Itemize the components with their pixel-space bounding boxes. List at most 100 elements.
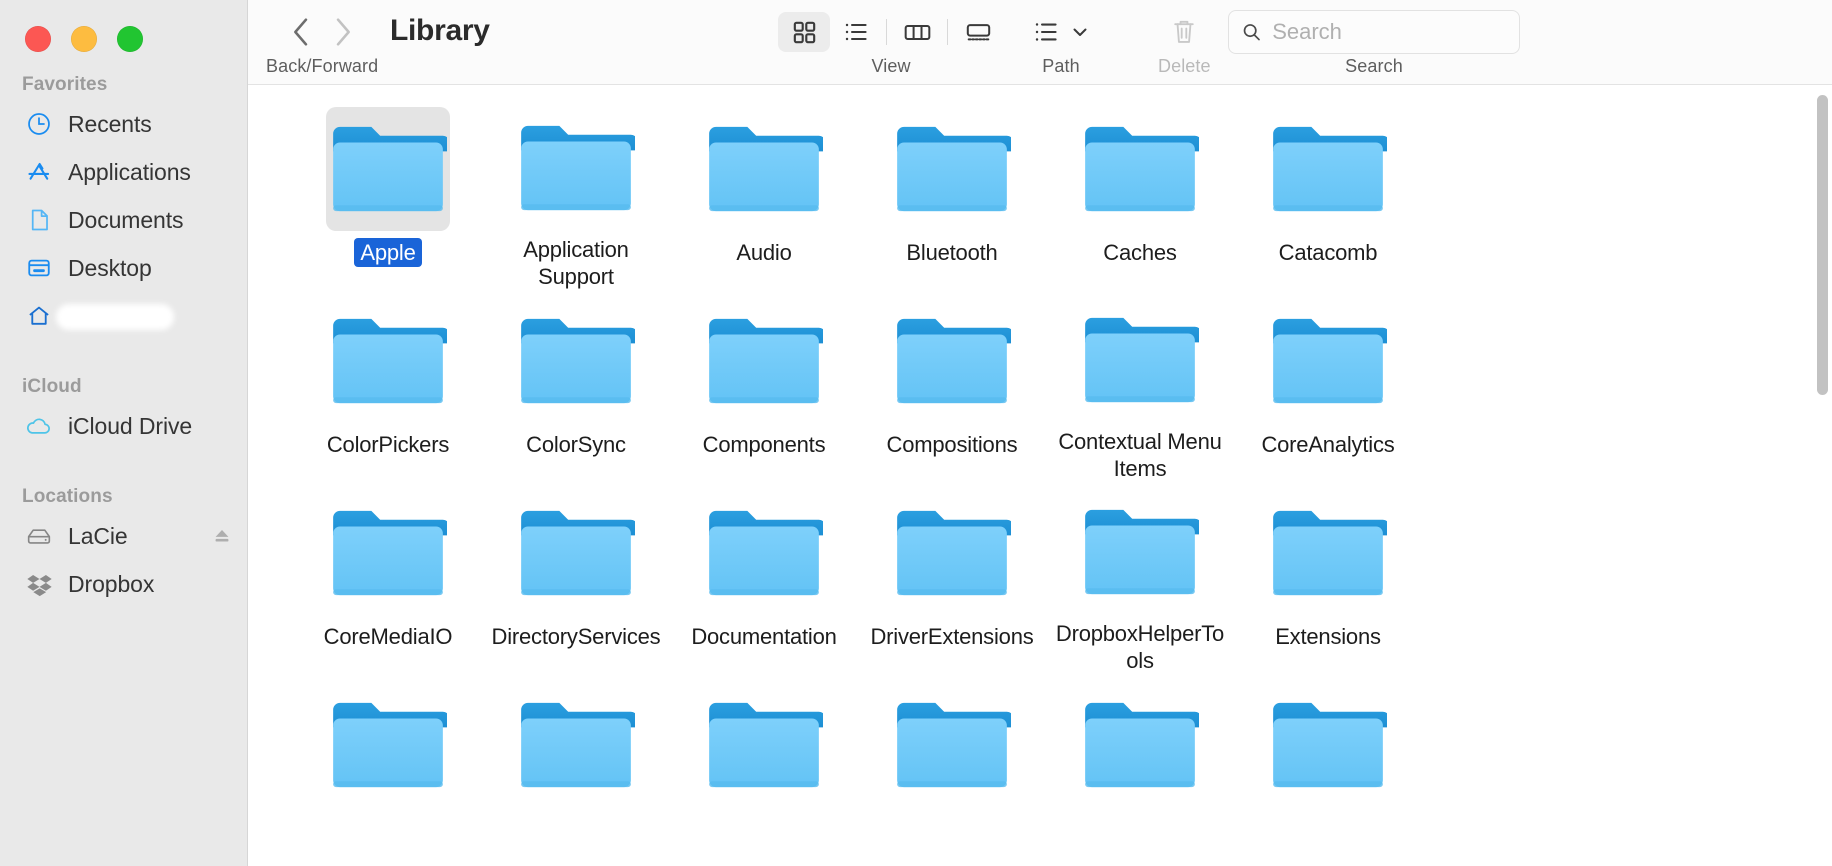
close-button[interactable]: [25, 26, 51, 52]
minimize-button[interactable]: [71, 26, 97, 52]
sidebar-item-applications[interactable]: Applications: [0, 148, 247, 196]
search-group: Search: [1228, 10, 1520, 77]
folder-icon: [1273, 510, 1387, 596]
back-forward-group: Back/Forward: [266, 10, 378, 77]
file-item-label: DriverExtensions: [870, 624, 1034, 649]
file-item[interactable]: Bluetooth: [858, 99, 1046, 291]
file-item[interactable]: Compositions: [858, 291, 1046, 483]
back-button[interactable]: [280, 11, 322, 53]
view-caption: View: [871, 56, 911, 76]
file-item-label: Audio: [736, 240, 792, 265]
sidebar-item-label: LaCie: [68, 522, 128, 549]
file-item[interactable]: DriverExtensions: [858, 483, 1046, 675]
scrollbar-thumb[interactable]: [1817, 95, 1828, 395]
file-item-label: Contextual Menu Items: [1058, 429, 1222, 481]
folder-icon: [1085, 509, 1199, 594]
clock-icon: [24, 109, 54, 139]
file-item[interactable]: [670, 675, 858, 866]
file-item[interactable]: [1234, 675, 1422, 866]
file-item-label: Compositions: [886, 432, 1018, 457]
folder-icon-wrap: [514, 107, 638, 228]
folder-icon-wrap: [890, 683, 1014, 807]
sidebar-item-lacie[interactable]: LaCie: [0, 512, 247, 560]
sidebar-item-label: Applications: [68, 158, 191, 185]
file-item[interactable]: Caches: [1046, 99, 1234, 291]
delete-button[interactable]: [1163, 11, 1205, 53]
sidebar-item-icloud-drive[interactable]: iCloud Drive: [0, 402, 247, 450]
path-caption: Path: [1042, 56, 1080, 76]
file-item[interactable]: Application Support: [482, 99, 670, 291]
file-item[interactable]: Contextual Menu Items: [1046, 291, 1234, 483]
sidebar-gap-2: [0, 450, 247, 476]
folder-icon-wrap: [702, 107, 826, 231]
folder-icon: [333, 126, 447, 212]
column-view-button[interactable]: [891, 12, 943, 52]
sidebar-item-dropbox[interactable]: Dropbox: [0, 560, 247, 608]
file-item[interactable]: Catacomb: [1234, 99, 1422, 291]
file-item[interactable]: [858, 675, 1046, 866]
folder-icon: [333, 702, 447, 788]
sidebar-header-locations: Locations: [22, 486, 113, 507]
folder-icon-wrap: [326, 299, 450, 423]
folder-icon-wrap: [890, 299, 1014, 423]
sidebar-item-desktop[interactable]: Desktop: [0, 244, 247, 292]
file-item[interactable]: DropboxHelperTools: [1046, 483, 1234, 675]
file-item[interactable]: ColorSync: [482, 291, 670, 483]
list-view-button[interactable]: [830, 12, 882, 52]
folder-icon: [521, 510, 635, 596]
search-input[interactable]: [1272, 19, 1507, 45]
folder-icon: [1273, 318, 1387, 404]
icon-view-button[interactable]: [778, 12, 830, 52]
folder-icon: [709, 510, 823, 596]
sidebar-item-documents[interactable]: Documents: [0, 196, 247, 244]
cloud-icon: [24, 411, 54, 441]
finder-window: Favorites Recents Applications Documents…: [0, 0, 1832, 866]
redaction-overlay: [56, 304, 174, 330]
file-item[interactable]: [482, 675, 670, 866]
delete-group: Delete: [1158, 10, 1211, 77]
file-item[interactable]: ColorPickers: [294, 291, 482, 483]
file-item[interactable]: [294, 675, 482, 866]
folder-icon: [1085, 317, 1199, 402]
file-item[interactable]: Audio: [670, 99, 858, 291]
folder-icon-wrap: [1266, 683, 1390, 807]
zoom-button[interactable]: [117, 26, 143, 52]
file-item[interactable]: Components: [670, 291, 858, 483]
path-button[interactable]: [1028, 12, 1094, 52]
sidebar-item-recents[interactable]: Recents: [0, 100, 247, 148]
file-grid-area[interactable]: Apple Application Support Audio Bluetoot…: [248, 85, 1832, 866]
delete-caption: Delete: [1158, 56, 1211, 76]
sidebar-item-home[interactable]: [0, 292, 247, 340]
search-field[interactable]: [1228, 10, 1520, 54]
file-item[interactable]: DirectoryServices: [482, 483, 670, 675]
file-item[interactable]: [1046, 675, 1234, 866]
folder-icon-wrap: [1266, 491, 1390, 615]
file-item[interactable]: CoreAnalytics: [1234, 291, 1422, 483]
dropbox-icon: [24, 569, 54, 599]
file-grid: Apple Application Support Audio Bluetoot…: [294, 85, 1832, 866]
file-item[interactable]: CoreMediaIO: [294, 483, 482, 675]
folder-icon-wrap: [1078, 491, 1202, 612]
sidebar-section-icloud: iCloud iCloud Drive: [0, 372, 247, 450]
file-item[interactable]: Extensions: [1234, 483, 1422, 675]
file-item-label: CoreMediaIO: [323, 624, 453, 649]
file-item-label: DirectoryServices: [491, 624, 661, 649]
folder-icon-wrap: [1078, 683, 1202, 807]
search-icon: [1243, 24, 1260, 41]
file-item-label: Extensions: [1275, 624, 1381, 649]
window-title-group: Library: [390, 14, 490, 48]
folder-icon-wrap: [514, 683, 638, 807]
forward-button[interactable]: [322, 11, 364, 53]
page-title: Library: [390, 14, 490, 47]
folder-icon-wrap: [1078, 299, 1202, 420]
file-item-label: Apple: [354, 238, 422, 267]
gallery-view-button[interactable]: [952, 12, 1004, 52]
file-item[interactable]: Apple: [294, 99, 482, 291]
vertical-scrollbar[interactable]: [1815, 85, 1829, 866]
folder-icon-wrap: [326, 491, 450, 615]
traffic-lights: [25, 26, 143, 52]
folder-icon-wrap: [702, 491, 826, 615]
file-item[interactable]: Documentation: [670, 483, 858, 675]
folder-icon: [897, 702, 1011, 788]
eject-icon[interactable]: [211, 525, 233, 547]
